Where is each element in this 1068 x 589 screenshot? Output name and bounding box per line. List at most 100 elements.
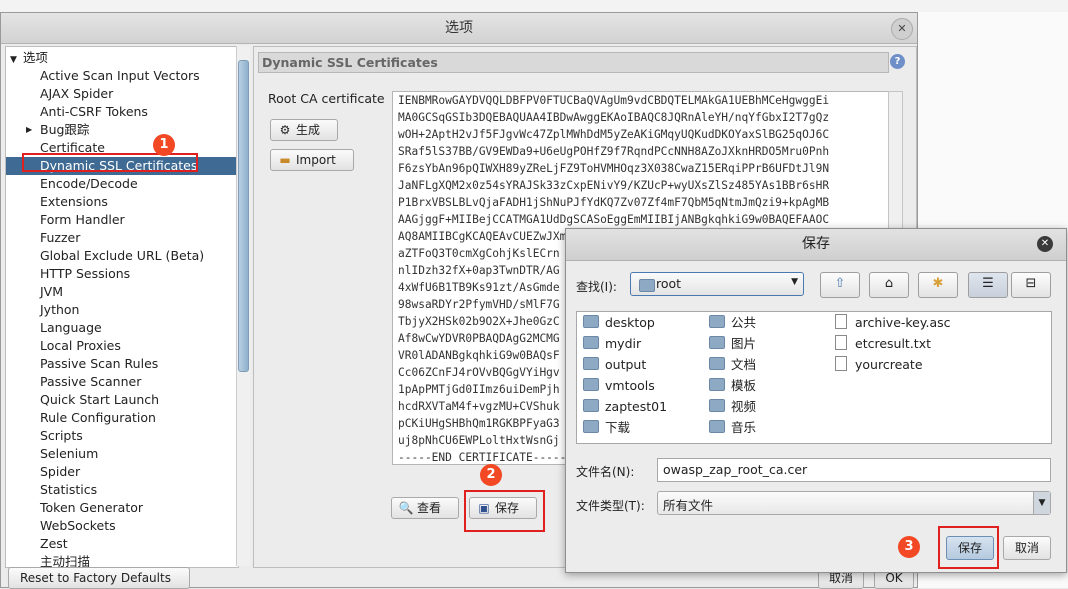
item-name: 图片 xyxy=(731,336,757,351)
tree-item[interactable]: Rule Configuration xyxy=(6,409,238,427)
folder-item[interactable]: 公共 xyxy=(709,313,756,333)
close-icon[interactable]: ✕ xyxy=(1037,236,1053,252)
file-icon xyxy=(835,335,847,350)
tree-item-label: JVM xyxy=(40,284,64,299)
tree-item[interactable]: Passive Scanner xyxy=(6,373,238,391)
folder-item[interactable]: 视频 xyxy=(709,397,756,417)
tree-item-label: Language xyxy=(40,320,102,335)
tree-item[interactable]: Anti-CSRF Tokens xyxy=(6,103,238,121)
file-item[interactable]: yourcreate xyxy=(835,355,923,375)
folder-item[interactable]: vmtools xyxy=(583,376,655,396)
folder-item[interactable]: 模板 xyxy=(709,376,756,396)
new-folder-button[interactable]: ✱ xyxy=(918,272,958,298)
item-name: etcresult.txt xyxy=(855,336,932,351)
item-name: zaptest01 xyxy=(605,399,668,414)
reset-defaults-button[interactable]: Reset to Factory Defaults xyxy=(8,567,190,589)
home-icon: ⌂ xyxy=(884,276,894,291)
certificate-line: 98wsaRDYr2PfymVHD/sMlF7G xyxy=(398,298,560,311)
tree-item-label: WebSockets xyxy=(40,518,116,533)
generate-button[interactable]: ⚙ 生成 xyxy=(270,119,338,141)
save-dialog: 保存 ✕ 查找(I): root ▼ ⇧ ⌂ ✱ ☰ ⊟ desktop mydi… xyxy=(565,228,1067,573)
tree-item[interactable]: Jython xyxy=(6,301,238,319)
tree-item-label: Quick Start Launch xyxy=(40,392,160,407)
folder-icon: ▬ xyxy=(279,153,291,167)
tree-item[interactable]: JVM xyxy=(6,283,238,301)
file-item[interactable]: etcresult.txt xyxy=(835,334,931,354)
details-view-button[interactable]: ⊟ xyxy=(1011,272,1051,298)
folder-item[interactable]: 图片 xyxy=(709,334,756,354)
home-button[interactable]: ⌂ xyxy=(869,272,909,298)
filename-label: 文件名(N): xyxy=(576,465,635,479)
tree-item[interactable]: 主动扫描 xyxy=(6,553,238,567)
certificate-line: nlIDzh32fX+0ap3TwnDTR/AG xyxy=(398,264,560,277)
folder-item[interactable]: 文档 xyxy=(709,355,756,375)
help-icon[interactable]: ? xyxy=(890,54,905,69)
certificate-line: aZTFoQ3T0cmXgCohjKslECrn xyxy=(398,247,560,260)
save-cancel-button[interactable]: 取消 xyxy=(1003,536,1051,560)
tree-item[interactable]: Token Generator xyxy=(6,499,238,517)
close-icon[interactable]: ✕ xyxy=(891,18,913,40)
certificate-line: 4xWfU6B1TB9Ks91zt/AsGmde xyxy=(398,281,560,294)
folder-item[interactable]: mydir xyxy=(583,334,641,354)
file-icon xyxy=(835,314,847,329)
import-button[interactable]: ▬ Import xyxy=(270,149,354,171)
tree-item[interactable]: Quick Start Launch xyxy=(6,391,238,409)
tree-item-label: Encode/Decode xyxy=(40,176,138,191)
look-in-dropdown[interactable]: root ▼ xyxy=(630,272,804,296)
tree-item[interactable]: Passive Scan Rules xyxy=(6,355,238,373)
tree-item-label: Bug跟踪 xyxy=(40,122,90,137)
tree-item-label: Passive Scanner xyxy=(40,374,142,389)
tree-item[interactable]: Extensions xyxy=(6,193,238,211)
file-list[interactable]: desktop mydir output vmtools zaptest01 下载 公共图片… xyxy=(576,311,1052,444)
certificate-line: hcdRXVTaM4f+vgzMU+CVShuk xyxy=(398,400,560,413)
folder-item[interactable]: zaptest01 xyxy=(583,397,667,417)
folder-icon xyxy=(709,378,725,391)
file-item[interactable]: archive-key.asc xyxy=(835,313,951,333)
tree-item[interactable]: Global Exclude URL (Beta) xyxy=(6,247,238,265)
tree-item[interactable]: Statistics xyxy=(6,481,238,499)
folder-item[interactable]: desktop xyxy=(583,313,655,333)
list-view-button[interactable]: ☰ xyxy=(968,272,1008,298)
item-name: 文档 xyxy=(731,357,757,372)
tree-item-label: Passive Scan Rules xyxy=(40,356,159,371)
tree-item[interactable]: WebSockets xyxy=(6,517,238,535)
filetype-dropdown[interactable]: 所有文件 ▼ xyxy=(657,491,1051,515)
tree-item-label: Scripts xyxy=(40,428,83,443)
tree-item[interactable]: Zest xyxy=(6,535,238,553)
tree-item[interactable]: Local Proxies xyxy=(6,337,238,355)
folder-icon xyxy=(639,279,655,292)
tree-item-label: Token Generator xyxy=(40,500,144,515)
tree-item[interactable]: Selenium xyxy=(6,445,238,463)
expand-arrow-icon[interactable]: ▼ xyxy=(10,55,17,65)
certificate-line: Af8wCwYDVR0PBAQDAgG2MCMG xyxy=(398,332,560,345)
tree-item[interactable]: Language xyxy=(6,319,238,337)
look-in-label: 查找(I): xyxy=(576,280,617,294)
folder-item[interactable]: output xyxy=(583,355,646,375)
certificate-line: Cc06ZCnFJ4rOVvBQGgVYiHgv xyxy=(398,366,560,379)
folder-item[interactable]: 音乐 xyxy=(709,418,756,438)
tree-item[interactable]: HTTP Sessions xyxy=(6,265,238,283)
certificate-line: -----END CERTIFICATE----- xyxy=(398,451,567,464)
tree-item[interactable]: Scripts xyxy=(6,427,238,445)
tree-item[interactable]: Form Handler xyxy=(6,211,238,229)
tree-item[interactable]: Spider xyxy=(6,463,238,481)
folder-icon xyxy=(583,399,599,412)
filetype-value: 所有文件 xyxy=(663,498,714,513)
item-name: 模板 xyxy=(731,378,757,393)
tree-item[interactable]: Active Scan Input Vectors xyxy=(6,67,238,85)
view-button[interactable]: 🔍 查看 xyxy=(391,497,459,519)
filename-input[interactable]: owasp_zap_root_ca.cer xyxy=(657,458,1051,482)
tree-root[interactable]: ▼ 选项 xyxy=(10,49,48,67)
tree-item[interactable]: AJAX Spider xyxy=(6,85,238,103)
expand-arrow-icon[interactable]: ▶ xyxy=(26,121,32,139)
certificate-line: pCKiUHgSHBhQm1RGKBPFyaG3 xyxy=(398,417,560,430)
tree-item[interactable]: ▶ Bug跟踪 xyxy=(6,121,238,139)
certificate-line: F6zsYbAn96pQIWXH89yZReLjFZ9ToHVMHOqz3X03… xyxy=(398,162,830,175)
tree-item-label: Fuzzer xyxy=(40,230,81,245)
tree-item[interactable]: Encode/Decode xyxy=(6,175,238,193)
up-one-level-button[interactable]: ⇧ xyxy=(820,272,860,298)
tree-item-label: Zest xyxy=(40,536,68,551)
tree-scrollbar-thumb[interactable] xyxy=(238,60,249,372)
folder-item[interactable]: 下载 xyxy=(583,418,630,438)
tree-item[interactable]: Fuzzer xyxy=(6,229,238,247)
